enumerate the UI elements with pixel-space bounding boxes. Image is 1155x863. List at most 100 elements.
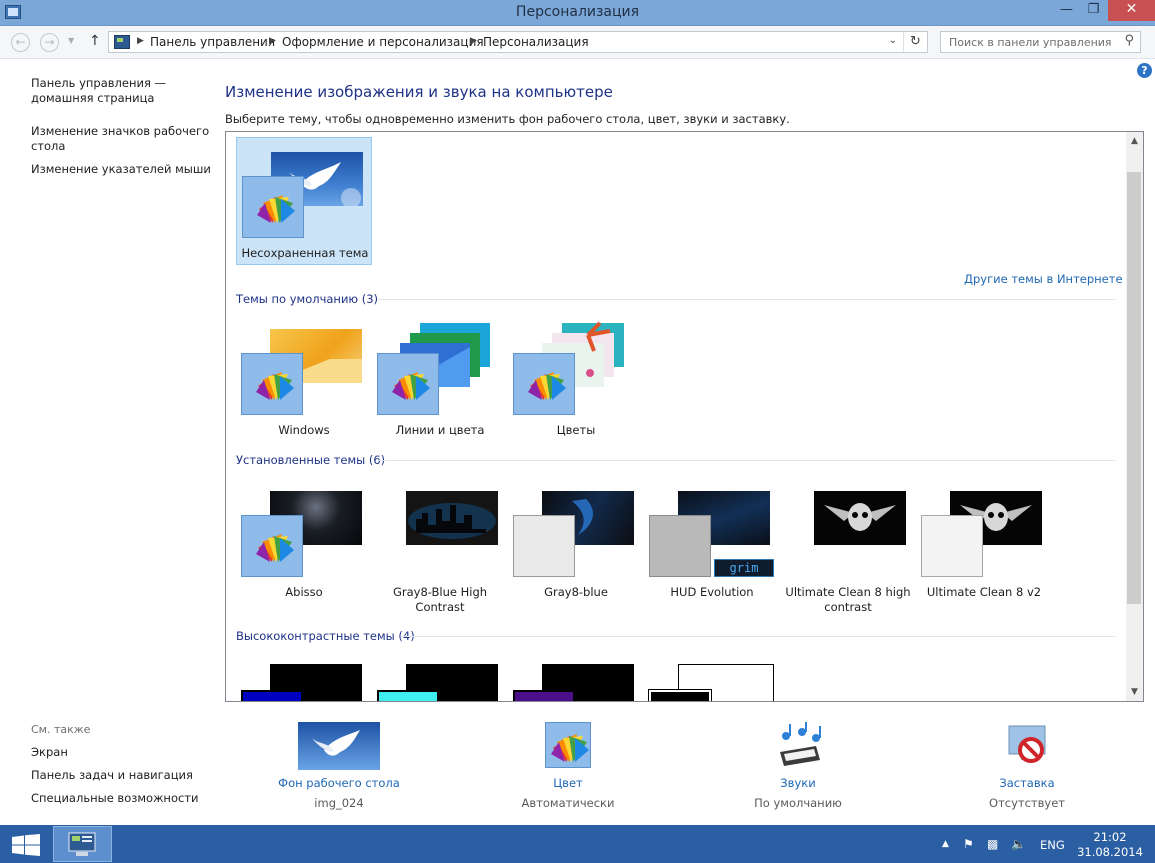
- theme-tile-ultimate-clean-8-high-contrast[interactable]: Ultimate Clean 8 high contrast: [780, 477, 916, 614]
- theme-list-scrollbar[interactable]: ▲ ▼: [1126, 132, 1143, 701]
- search-placeholder: Поиск в панели управления: [949, 36, 1112, 49]
- see-also-display-link[interactable]: Экран: [31, 745, 211, 760]
- group-header-high-contrast: Высококонтрастные темы (4): [236, 629, 415, 643]
- group-header-default: Темы по умолчанию (3): [236, 292, 379, 306]
- action-center-flag-icon[interactable]: ⚑: [963, 837, 974, 851]
- window-title: Персонализация: [515, 4, 640, 20]
- sounds-setting[interactable]: Звуки По умолчанию: [698, 720, 898, 815]
- chevron-down-icon[interactable]: ⌄: [889, 35, 897, 46]
- network-icon[interactable]: ▩: [987, 837, 998, 851]
- chevron-right-icon[interactable]: ▶: [269, 36, 276, 46]
- theme-label: Windows: [278, 423, 330, 437]
- back-button[interactable]: ←: [11, 33, 30, 52]
- scroll-down-icon[interactable]: ▼: [1126, 687, 1143, 697]
- change-desktop-icons-link[interactable]: Изменение значков рабочего стола: [31, 124, 211, 154]
- color-fan-icon: [551, 734, 589, 762]
- chevron-right-icon[interactable]: ▶: [470, 36, 477, 46]
- theme-tile-gray8-blue-high-contrast[interactable]: Gray8-Blue High Contrast: [372, 477, 508, 614]
- color-fan-icon: [392, 372, 430, 400]
- color-palette-icon: [513, 515, 575, 577]
- scrollbar-thumb[interactable]: [1127, 172, 1141, 604]
- color-palette-icon: [241, 515, 303, 577]
- theme-tile-high-contrast-white[interactable]: [644, 652, 780, 701]
- color-palette-icon: [513, 690, 575, 701]
- scroll-up-icon[interactable]: ▲: [1126, 136, 1143, 146]
- control-panel-home-link[interactable]: Панель управления — домашняя страница: [31, 76, 211, 106]
- setting-value: Отсутствует: [989, 796, 1065, 810]
- setting-label[interactable]: Заставка: [927, 776, 1127, 790]
- winged-skull-wallpaper: [824, 503, 896, 531]
- close-button[interactable]: ✕: [1108, 0, 1155, 21]
- theme-tile-hud-evolution[interactable]: grim HUD Evolution: [644, 477, 780, 605]
- online-themes-link[interactable]: Другие темы в Интернете: [964, 272, 1123, 286]
- theme-list[interactable]: Несохраненная тема Другие темы в Интерне…: [225, 131, 1144, 702]
- setting-label[interactable]: Звуки: [698, 776, 898, 790]
- setting-value: Автоматически: [521, 796, 615, 810]
- chevron-right-icon[interactable]: ▶: [137, 36, 144, 46]
- see-also-label: См. также: [31, 723, 91, 736]
- theme-tile-high-contrast-2[interactable]: [372, 652, 508, 701]
- change-mouse-pointers-link[interactable]: Изменение указателей мыши: [31, 162, 211, 177]
- theme-tile-high-contrast-3[interactable]: [508, 652, 644, 701]
- taskbar: ▲ ⚑ ▩ 🔈 ENG 21:02 31.08.2014: [0, 825, 1155, 863]
- color-fan-icon: [528, 372, 566, 400]
- setting-value: По умолчанию: [754, 796, 842, 810]
- screensaver-setting[interactable]: Заставка Отсутствует: [927, 720, 1127, 815]
- color-palette-icon: [241, 690, 303, 701]
- setting-label[interactable]: Цвет: [468, 776, 668, 790]
- breadcrumb-appearance[interactable]: Оформление и персонализация: [282, 35, 484, 49]
- setting-value: img_024: [314, 796, 364, 810]
- setting-label[interactable]: Фон рабочего стола: [239, 776, 439, 790]
- theme-tile-lines-colors[interactable]: Линии и цвета: [372, 315, 508, 443]
- city-wallpaper: [408, 503, 496, 539]
- theme-preview: [406, 491, 498, 545]
- theme-label: Несохраненная тема: [241, 246, 369, 260]
- theme-tile-gray8-blue[interactable]: Gray8-blue: [508, 477, 644, 605]
- theme-label: Ultimate Clean 8 high contrast: [785, 585, 911, 614]
- forward-button[interactable]: →: [40, 33, 59, 52]
- group-divider: [378, 460, 1116, 461]
- help-icon[interactable]: ?: [1137, 63, 1152, 78]
- see-also-accessibility-link[interactable]: Специальные возможности: [31, 791, 211, 806]
- theme-tile-flowers[interactable]: Цветы: [508, 315, 644, 443]
- theme-label: Abisso: [285, 585, 323, 599]
- theme-tile-windows[interactable]: Windows: [236, 315, 372, 443]
- show-hidden-icons-chevron-icon[interactable]: ▲: [942, 839, 949, 849]
- maximize-button[interactable]: ❐: [1080, 0, 1107, 21]
- windows-start-icon[interactable]: [12, 834, 40, 856]
- color-setting[interactable]: Цвет Автоматически: [468, 720, 668, 815]
- input-language-indicator[interactable]: ENG: [1040, 838, 1065, 852]
- color-palette-icon: [649, 515, 711, 577]
- control-panel-icon: [114, 35, 130, 49]
- theme-label: Gray8-Blue High Contrast: [392, 585, 488, 614]
- theme-label: Линии и цвета: [395, 423, 485, 437]
- address-bar[interactable]: ▶ Панель управления ▶ Оформление и персо…: [108, 31, 928, 53]
- page-title: Изменение изображения и звука на компьют…: [225, 83, 613, 101]
- grim-logo: grim: [714, 559, 774, 577]
- search-icon[interactable]: ⚲: [1124, 33, 1134, 48]
- theme-preview: [814, 491, 906, 545]
- group-header-installed: Установленные темы (6): [236, 453, 386, 467]
- theme-tile-high-contrast-1[interactable]: [236, 652, 372, 701]
- taskbar-control-panel-button[interactable]: [53, 826, 112, 862]
- control-panel-icon: [68, 832, 96, 856]
- breadcrumb-control-panel[interactable]: Панель управления: [150, 35, 275, 49]
- clock-date: 31.08.2014: [1077, 845, 1143, 859]
- theme-tile-unsaved[interactable]: Несохраненная тема: [236, 137, 372, 265]
- desktop-background-icon: [298, 722, 380, 770]
- theme-tile-abisso[interactable]: Abisso: [236, 477, 372, 605]
- theme-tile-ultimate-clean-8-v2[interactable]: Ultimate Clean 8 v2: [916, 477, 1052, 605]
- color-palette-icon: [921, 515, 983, 577]
- recent-locations-dropdown[interactable]: ▼: [68, 36, 74, 45]
- breadcrumb-personalization[interactable]: Персонализация: [483, 35, 589, 49]
- theme-label: Gray8-blue: [544, 585, 608, 599]
- volume-icon[interactable]: 🔈: [1011, 837, 1026, 851]
- refresh-icon[interactable]: ↻: [903, 32, 927, 52]
- see-also-taskbar-link[interactable]: Панель задач и навигация: [31, 768, 211, 783]
- desktop-background-setting[interactable]: Фон рабочего стола img_024: [239, 720, 439, 815]
- up-button[interactable]: ↑: [89, 33, 101, 49]
- search-box[interactable]: Поиск в панели управления ⚲: [940, 31, 1141, 53]
- taskbar-clock[interactable]: 21:02 31.08.2014: [1070, 830, 1150, 860]
- minimize-button[interactable]: —: [1053, 0, 1080, 21]
- group-divider: [378, 299, 1116, 300]
